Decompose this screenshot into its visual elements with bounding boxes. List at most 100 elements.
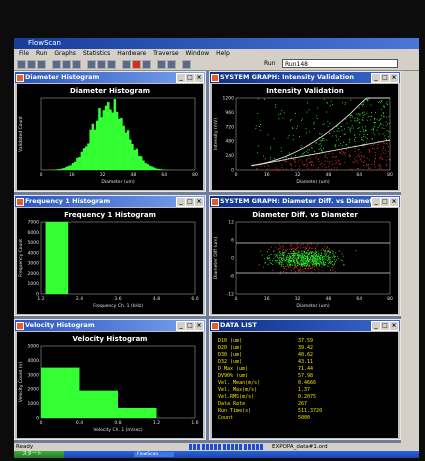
scatter-point — [310, 258, 311, 259]
scatter-point — [293, 268, 295, 270]
histogram-icon[interactable] — [97, 60, 106, 69]
menu-file[interactable]: File — [19, 50, 29, 57]
scatter-point — [324, 256, 326, 258]
scatter-point — [378, 101, 380, 103]
frequency-titlebar[interactable]: Frequency 1 Histogram _ □ × — [15, 196, 205, 207]
close-icon[interactable]: × — [194, 197, 204, 207]
scatter-point — [295, 258, 297, 260]
y-tick-label: 480 — [225, 139, 234, 145]
menu-help[interactable]: Help — [216, 50, 230, 57]
scatter-point — [314, 262, 315, 264]
scatter-point — [329, 161, 331, 163]
copy-icon[interactable] — [62, 60, 71, 69]
close-icon[interactable]: × — [194, 73, 204, 83]
menu-window[interactable]: Window — [185, 50, 209, 57]
scatter-point — [328, 265, 330, 267]
scatter-point — [299, 269, 301, 271]
scatter-point — [356, 168, 358, 170]
scatter-point — [279, 255, 281, 257]
scatter-point — [345, 102, 347, 104]
scatter-point — [303, 153, 305, 155]
scatter-point — [302, 264, 303, 266]
scatter-point — [307, 152, 309, 153]
scatter-point — [303, 252, 305, 254]
diameter-window[interactable]: Diameter Histogram _ □ × Diameter Histog… — [14, 71, 206, 192]
scatter-point — [296, 245, 298, 247]
menu-graphs[interactable]: Graphs — [54, 50, 76, 57]
scatter-point — [300, 269, 302, 271]
menu-bar: File Run Graphs Statistics Hardware Trav… — [14, 49, 419, 58]
print-icon[interactable] — [52, 60, 61, 69]
scatter-point — [388, 146, 389, 147]
scatter-point — [277, 256, 278, 258]
velocity-titlebar[interactable]: Velocity Histogram _ □ × — [15, 320, 205, 331]
start-button[interactable]: スタート — [14, 451, 64, 458]
scatter-point — [359, 131, 361, 133]
scatter-point — [284, 260, 286, 262]
scatter-point — [340, 163, 342, 165]
scatter-point — [313, 128, 315, 130]
progress-segment — [197, 444, 201, 450]
close-icon[interactable]: × — [389, 73, 399, 83]
scatter-point — [309, 265, 311, 267]
menu-hardware[interactable]: Hardware — [117, 50, 146, 57]
x-tick-label: 80 — [192, 172, 198, 178]
taskbar-item[interactable]: FlowScan — [134, 452, 174, 457]
paste-icon[interactable] — [72, 60, 81, 69]
scatter-icon[interactable] — [107, 60, 116, 69]
close-icon[interactable]: × — [389, 321, 399, 331]
table-icon[interactable] — [167, 60, 176, 69]
run-select[interactable]: Run148 — [282, 59, 398, 68]
menu-statistics[interactable]: Statistics — [83, 50, 110, 57]
scatter-point — [310, 243, 312, 245]
scatter-point — [307, 149, 309, 151]
close-icon[interactable]: × — [194, 321, 204, 331]
scatter-point — [283, 271, 285, 273]
histogram-bar — [135, 148, 139, 170]
scatter-point — [294, 251, 296, 253]
help-icon[interactable] — [182, 60, 191, 69]
scatter-point — [328, 259, 329, 261]
zoom-icon[interactable] — [157, 60, 166, 69]
scatter-point — [379, 122, 381, 124]
new-icon[interactable] — [17, 60, 26, 69]
velocity-window[interactable]: Velocity Histogram _ □ × Velocity Histog… — [14, 319, 206, 440]
scatter-point — [320, 149, 322, 151]
scatter-point — [316, 256, 318, 257]
diamdiff-window[interactable]: SYSTEM GRAPH: Diameter Diff. vs Diameter… — [209, 195, 401, 316]
diameter-titlebar[interactable]: Diameter Histogram _ □ × — [15, 72, 205, 83]
datalist-titlebar[interactable]: DATA LIST _ □ × — [210, 320, 400, 331]
menu-run[interactable]: Run — [36, 50, 48, 57]
settings-icon[interactable] — [122, 60, 131, 69]
scatter-point — [354, 141, 356, 142]
menu-traverse[interactable]: Traverse — [153, 50, 178, 57]
frequency-window[interactable]: Frequency 1 Histogram _ □ × Frequency 1 … — [14, 195, 206, 316]
save-icon[interactable] — [37, 60, 46, 69]
scatter-point — [336, 156, 337, 158]
scatter-point — [279, 257, 280, 259]
scatter-point — [283, 248, 284, 250]
scatter-point — [362, 104, 364, 106]
stop-icon[interactable] — [132, 60, 141, 69]
close-icon[interactable]: × — [389, 197, 399, 207]
scatter-point — [305, 269, 307, 271]
scatter-point — [299, 165, 301, 167]
scatter-point — [302, 259, 304, 261]
chart-icon[interactable] — [87, 60, 96, 69]
scatter-point — [320, 147, 322, 149]
histogram-bar — [131, 144, 134, 170]
open-icon[interactable] — [27, 60, 36, 69]
scatter-point — [275, 254, 277, 256]
scatter-point — [363, 165, 365, 166]
histogram-bar — [87, 143, 90, 170]
datalist-window[interactable]: DATA LIST _ □ × D10 (um) 37.59 D20 (um) 39.… — [209, 319, 401, 440]
scatter-point — [302, 243, 304, 245]
intensity-titlebar[interactable]: SYSTEM GRAPH: Intensity Validation _ □ × — [210, 72, 400, 83]
scatter-point — [358, 107, 360, 109]
diamdiff-titlebar[interactable]: SYSTEM GRAPH: Diameter Diff. vs Diameter… — [210, 196, 400, 207]
play-icon[interactable] — [142, 60, 151, 69]
scatter-point — [307, 250, 309, 252]
scatter-point — [332, 253, 334, 254]
intensity-window[interactable]: SYSTEM GRAPH: Intensity Validation _ □ ×… — [209, 71, 401, 192]
x-axis-label: Velocity Ch. 1 (m/sec) — [93, 427, 142, 433]
